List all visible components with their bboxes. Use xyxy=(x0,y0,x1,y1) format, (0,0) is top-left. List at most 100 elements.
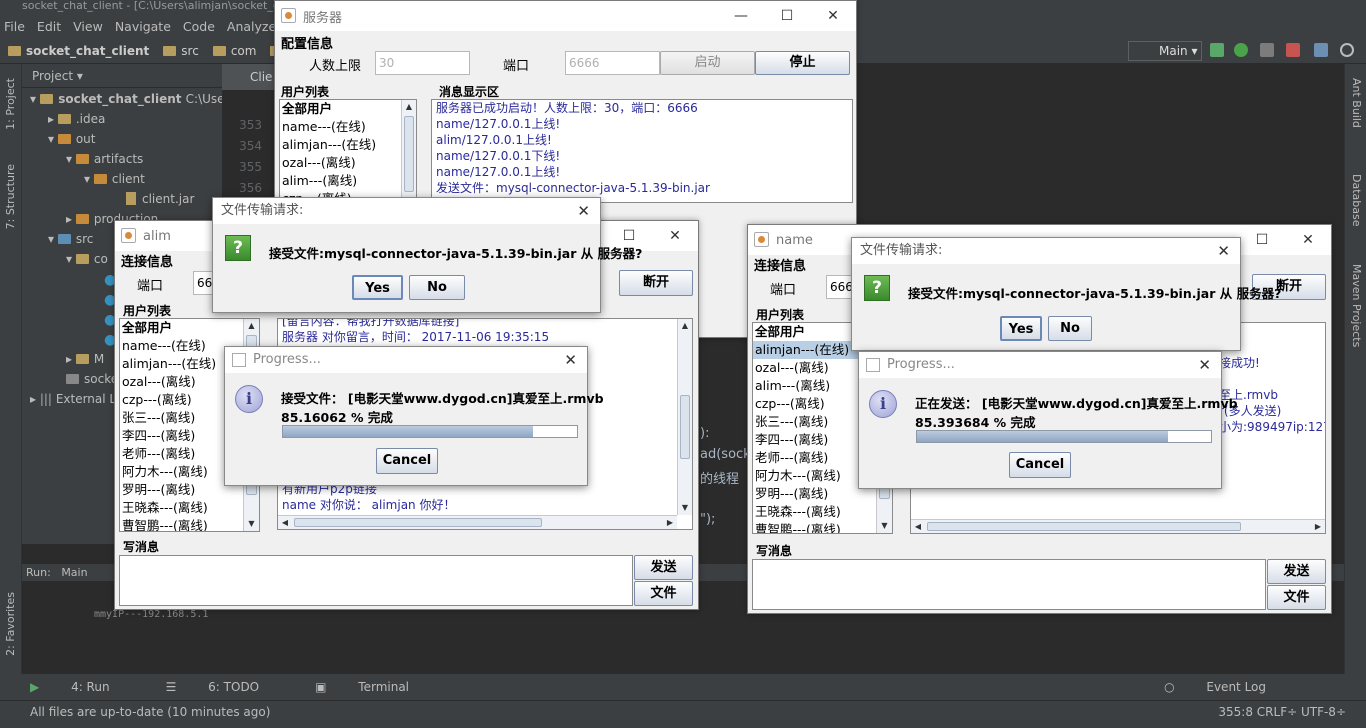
yes-button[interactable]: Yes xyxy=(352,275,403,300)
stop-icon[interactable] xyxy=(1286,43,1300,57)
tool-project[interactable]: 1: Project xyxy=(4,78,17,130)
tab-run[interactable]: ▶ 4: Run xyxy=(30,680,138,694)
close-icon[interactable]: ✕ xyxy=(564,347,577,373)
list-item[interactable]: 全部用户 xyxy=(120,319,259,337)
stop-button[interactable]: 停止 xyxy=(755,51,850,75)
user-list-label: 用户列表 xyxy=(123,304,172,318)
message-scrollbar[interactable]: ▲ ▼ xyxy=(677,319,692,515)
scroll-up-icon[interactable]: ▲ xyxy=(678,319,692,333)
tab-terminal[interactable]: ▣ Terminal xyxy=(315,680,437,694)
scroll-down-icon[interactable]: ▼ xyxy=(244,517,259,531)
maximize-button[interactable]: ☐ xyxy=(764,1,810,31)
scroll-thumb[interactable] xyxy=(680,395,690,459)
list-item[interactable]: alimjan---(在线) xyxy=(280,136,416,154)
scroll-thumb[interactable] xyxy=(294,518,542,527)
list-item[interactable]: 王晓森---(离线) xyxy=(120,499,259,517)
server-message-area[interactable]: 服务器已成功启动！人数上限：30，端口：6666 name/127.0.0.1上… xyxy=(431,99,853,203)
close-icon[interactable]: ✕ xyxy=(577,198,590,224)
scroll-down-icon[interactable]: ▼ xyxy=(678,501,692,515)
message-hscrollbar[interactable]: ◀ ▶ xyxy=(911,519,1325,533)
tree-root[interactable]: ▾ socket_chat_client C:\Users\a xyxy=(30,92,247,106)
menu-file[interactable]: File xyxy=(4,19,25,34)
scroll-thumb[interactable] xyxy=(404,116,414,192)
run-config-select[interactable]: Main ▾ xyxy=(1128,41,1202,61)
progress-fill xyxy=(917,431,1169,442)
tree-src[interactable]: ▾ src xyxy=(48,232,93,246)
list-item[interactable]: 全部用户 xyxy=(280,100,416,118)
user-list-scrollbar[interactable]: ▲ xyxy=(401,100,416,202)
scroll-left-icon[interactable]: ◀ xyxy=(911,520,925,533)
file-button[interactable]: 文件 xyxy=(634,581,693,606)
crumb-com[interactable]: com xyxy=(231,44,257,58)
progress-bar xyxy=(282,425,578,438)
menu-analyze[interactable]: Analyze xyxy=(227,19,276,34)
tool-favorites[interactable]: 2: Favorites xyxy=(4,592,17,656)
editor-tab[interactable]: Clie xyxy=(222,64,282,90)
close-button[interactable]: ✕ xyxy=(810,1,856,31)
file-button[interactable]: 文件 xyxy=(1267,585,1326,610)
send-button[interactable]: 发送 xyxy=(1267,559,1326,584)
scroll-thumb[interactable] xyxy=(927,522,1241,531)
list-item[interactable]: name---(在线) xyxy=(280,118,416,136)
cancel-button[interactable]: Cancel xyxy=(1009,452,1071,478)
message-hscrollbar[interactable]: ◀ ▶ xyxy=(278,515,677,529)
tree-client[interactable]: ▾ client xyxy=(84,172,145,186)
scroll-up-icon[interactable]: ▲ xyxy=(402,100,416,114)
close-button[interactable]: ✕ xyxy=(652,221,698,251)
write-message-input[interactable] xyxy=(752,559,1266,610)
run-icon[interactable] xyxy=(1210,43,1224,57)
maximize-button[interactable]: ☐ xyxy=(1239,225,1285,255)
project-tab[interactable]: Project xyxy=(32,69,73,83)
close-icon[interactable]: ✕ xyxy=(1217,238,1230,264)
scroll-up-icon[interactable]: ▲ xyxy=(244,319,259,333)
scroll-right-icon[interactable]: ▶ xyxy=(1311,520,1325,533)
write-message-input[interactable] xyxy=(119,555,633,606)
minimize-button[interactable]: — xyxy=(718,1,764,31)
yes-button[interactable]: Yes xyxy=(1000,316,1042,341)
close-icon[interactable]: ✕ xyxy=(1198,352,1211,378)
event-log-button[interactable]: ○ Event Log xyxy=(1164,680,1294,694)
tab-todo[interactable]: ☰ 6: TODO xyxy=(166,680,288,694)
message-line: 服务器 对你留言，时间： 2017-11-06 19:35:15 xyxy=(282,330,550,344)
run-tab[interactable]: Main xyxy=(61,566,87,579)
tree-artifacts[interactable]: ▾ artifacts xyxy=(66,152,143,166)
crumb-src[interactable]: src xyxy=(181,44,199,58)
tool-ant-build[interactable]: Ant Build xyxy=(1350,78,1363,128)
tree-out[interactable]: ▾ out xyxy=(48,132,96,146)
list-item[interactable]: 曹智鹏---(离线) xyxy=(120,517,259,531)
tree-client-jar[interactable]: client.jar xyxy=(126,192,194,206)
disconnect-button[interactable]: 断开 xyxy=(619,270,693,296)
list-item[interactable]: alim---(离线) xyxy=(280,172,416,190)
no-button[interactable]: No xyxy=(1048,316,1092,341)
coverage-icon[interactable] xyxy=(1260,43,1274,57)
scroll-down-icon[interactable]: ▼ xyxy=(877,519,892,533)
scroll-left-icon[interactable]: ◀ xyxy=(278,516,292,529)
cancel-button[interactable]: Cancel xyxy=(376,448,438,474)
search-icon[interactable] xyxy=(1340,43,1354,57)
tool-database[interactable]: Database xyxy=(1350,174,1363,227)
project-structure-icon[interactable] xyxy=(1314,43,1328,57)
max-users-field[interactable]: 30 xyxy=(375,51,470,75)
tool-structure[interactable]: 7: Structure xyxy=(4,164,17,229)
list-item[interactable]: 王晓森---(离线) xyxy=(753,503,892,521)
menu-view[interactable]: View xyxy=(73,19,103,34)
list-item[interactable]: ozal---(离线) xyxy=(280,154,416,172)
menu-code[interactable]: Code xyxy=(183,19,215,34)
tool-maven[interactable]: Maven Projects xyxy=(1350,264,1363,347)
start-button[interactable]: 启动 xyxy=(660,51,755,75)
tree-com[interactable]: ▾ co xyxy=(66,252,108,266)
list-item[interactable]: 曹智鹏---(离线) xyxy=(753,521,892,533)
scroll-right-icon[interactable]: ▶ xyxy=(663,516,677,529)
menu-edit[interactable]: Edit xyxy=(37,19,61,34)
send-button[interactable]: 发送 xyxy=(634,555,693,580)
close-button[interactable]: ✕ xyxy=(1285,225,1331,255)
debug-icon[interactable] xyxy=(1234,43,1248,57)
menu-navigate[interactable]: Navigate xyxy=(115,19,171,34)
no-button[interactable]: No xyxy=(409,275,465,300)
crumb-project[interactable]: socket_chat_client xyxy=(26,44,149,58)
port-field[interactable]: 6666 xyxy=(565,51,660,75)
tree-external-libs[interactable]: ▸ ||| External L xyxy=(30,392,116,406)
tree-idea[interactable]: ▸ .idea xyxy=(48,112,105,126)
tree-socket[interactable]: socke xyxy=(66,372,118,386)
tree-m[interactable]: ▸ M xyxy=(66,352,104,366)
